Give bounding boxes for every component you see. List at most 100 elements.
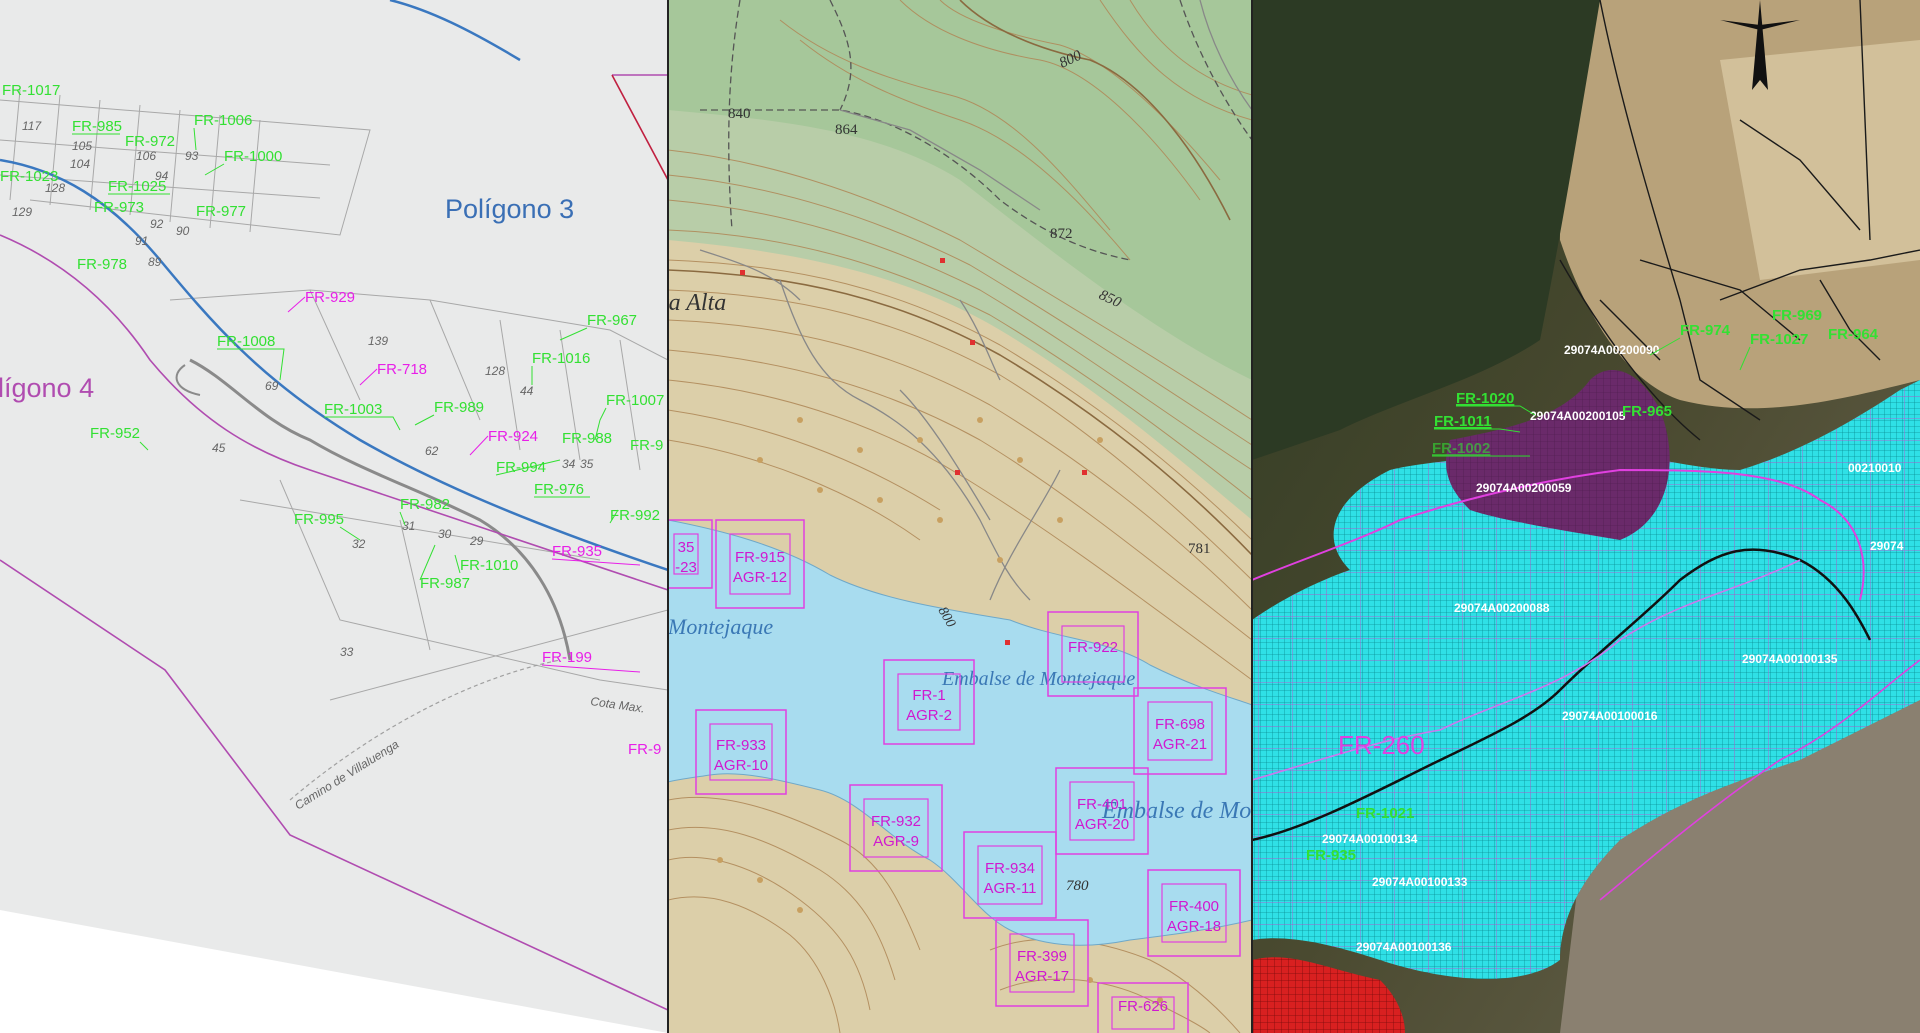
panel-satellite: FR-260 29074A00200090 29074A00200105 290… (1252, 0, 1920, 1033)
label-fr-982: FR-982 (400, 496, 450, 513)
label-fr-1011: FR-1011 (1434, 413, 1492, 430)
svg-text:128: 128 (485, 364, 505, 378)
label-fr-1025: FR-1025 (108, 178, 166, 195)
box-fr-label: FR-401 (1077, 796, 1127, 813)
ref-100016: 29074A00100016 (1562, 709, 1658, 723)
ref-100136: 29074A00100136 (1356, 940, 1452, 954)
box-fr-label: FR-698 (1155, 716, 1205, 733)
box-fr-label: FR-933 (716, 737, 766, 754)
svg-text:129: 129 (12, 205, 32, 219)
label-fr-260: FR-260 (1338, 730, 1425, 760)
label-fr-1003: FR-1003 (324, 401, 382, 418)
label-fr-924: FR-924 (488, 428, 538, 445)
label-fr-974: FR-974 (1680, 322, 1731, 339)
box-fr-label: FR-934 (985, 860, 1035, 877)
panel-topographic: 840 864 872 800 850 781 780 800 ta Alta … (662, 0, 1252, 1033)
label-fr-1000: FR-1000 (224, 148, 282, 165)
label-fr-992: FR-992 (610, 507, 660, 524)
label-fr-1027: FR-1027 (1750, 331, 1808, 348)
label-fr-1023: FR-1023 (0, 168, 58, 185)
ref-200090: 29074A00200090 (1564, 343, 1660, 357)
label-fr-985: FR-985 (72, 118, 122, 135)
label-fr-1008: FR-1008 (217, 333, 275, 350)
label-fr-965: FR-965 (1622, 403, 1672, 420)
svg-text:89: 89 (148, 255, 162, 269)
poligono-4-label: lígono 4 (0, 373, 94, 403)
elev-864: 864 (835, 122, 858, 138)
label-fr-1006: FR-1006 (194, 112, 252, 129)
reservoir-label-mid: Embalse de Montejaque (941, 668, 1135, 690)
svg-text:33: 33 (340, 645, 354, 659)
label-fr-1017: FR-1017 (2, 82, 60, 99)
svg-text:92: 92 (150, 217, 164, 231)
box-agr-label: AGR-2 (906, 707, 952, 724)
label-fr-718: FR-718 (377, 361, 427, 378)
box-fr-label: FR-1 (912, 687, 945, 704)
box-fr-label: FR-922 (1068, 639, 1118, 656)
box-agr-label: AGR-9 (873, 833, 919, 850)
label-fr-935-sat: FR-935 (1306, 847, 1356, 864)
label-fr-987: FR-987 (420, 575, 470, 592)
ref-100134: 29074A00100134 (1322, 832, 1418, 846)
label-fr-977: FR-977 (196, 203, 246, 220)
label-fr-969: FR-969 (1772, 307, 1822, 324)
svg-text:30: 30 (438, 527, 452, 541)
label-fr-972: FR-972 (125, 133, 175, 150)
box-agr-label: AGR-21 (1153, 736, 1207, 753)
box-agr-label: -23 (675, 559, 697, 576)
box-fr-label: FR-399 (1017, 948, 1067, 965)
box-fr-label: FR-932 (871, 813, 921, 830)
label-fr-973: FR-973 (94, 199, 144, 216)
svg-text:104: 104 (70, 157, 90, 171)
place-name: ta Alta (662, 290, 726, 316)
map-canvas[interactable]: Polígono 3 lígono 4 Camino de Villalueng… (0, 0, 1920, 1033)
label-fr-199: FR-199 (542, 649, 592, 666)
label-fr-9: FR-9 (630, 437, 663, 454)
svg-text:139: 139 (368, 334, 388, 348)
label-fr-964: FR-964 (1828, 326, 1879, 343)
panel-cadastral-sketch: Polígono 3 lígono 4 Camino de Villalueng… (0, 0, 668, 1033)
svg-text:106: 106 (136, 149, 156, 163)
ref-200105: 29074A00200105 (1530, 409, 1626, 423)
elev-781: 781 (1188, 541, 1211, 557)
svg-text:90: 90 (176, 224, 190, 238)
elev-840: 840 (728, 106, 751, 122)
ref-0021: 00210010 (1848, 461, 1902, 475)
label-fr-929: FR-929 (305, 289, 355, 306)
label-fr-995: FR-995 (294, 511, 344, 528)
svg-text:93: 93 (185, 149, 199, 163)
svg-text:62: 62 (425, 444, 439, 458)
label-fr-1020: FR-1020 (1456, 390, 1514, 407)
svg-text:69: 69 (265, 379, 279, 393)
box-agr-label: AGR-10 (714, 757, 768, 774)
label-fr-978: FR-978 (77, 256, 127, 273)
ref-200059: 29074A00200059 (1476, 481, 1572, 495)
box-agr-label: AGR-20 (1075, 816, 1129, 833)
svg-text:34: 34 (562, 457, 576, 471)
svg-text:45: 45 (212, 441, 226, 455)
svg-text:35: 35 (580, 457, 594, 471)
box-fr-label: FR-400 (1169, 898, 1219, 915)
svg-text:29: 29 (469, 534, 484, 548)
reservoir-label-top: Montejaque (667, 614, 773, 639)
poligono-3-label: Polígono 3 (445, 194, 574, 224)
label-fr-1007: FR-1007 (606, 392, 664, 409)
box-fr-label: FR-915 (735, 549, 785, 566)
ref-29074: 29074 (1870, 539, 1904, 553)
map-comparison-view: Polígono 3 lígono 4 Camino de Villalueng… (0, 0, 1920, 1033)
label-fr-1021: FR-1021 (1356, 805, 1414, 822)
label-fr-967: FR-967 (587, 312, 637, 329)
label-fr-1010: FR-1010 (460, 557, 518, 574)
svg-text:117: 117 (22, 119, 42, 133)
label-fr-9-mag: FR-9 (628, 741, 661, 758)
ref-200088: 29074A00200088 (1454, 601, 1550, 615)
svg-text:105: 105 (72, 139, 92, 153)
label-fr-988: FR-988 (562, 430, 612, 447)
label-fr-935: FR-935 (552, 543, 602, 560)
box-fr-label: FR-626 (1118, 998, 1168, 1015)
elev-872: 872 (1050, 226, 1073, 242)
box-fr-label: 35 (678, 539, 695, 556)
elev-780: 780 (1066, 878, 1089, 894)
label-fr-952: FR-952 (90, 425, 140, 442)
box-agr-label: AGR-11 (983, 880, 1036, 897)
